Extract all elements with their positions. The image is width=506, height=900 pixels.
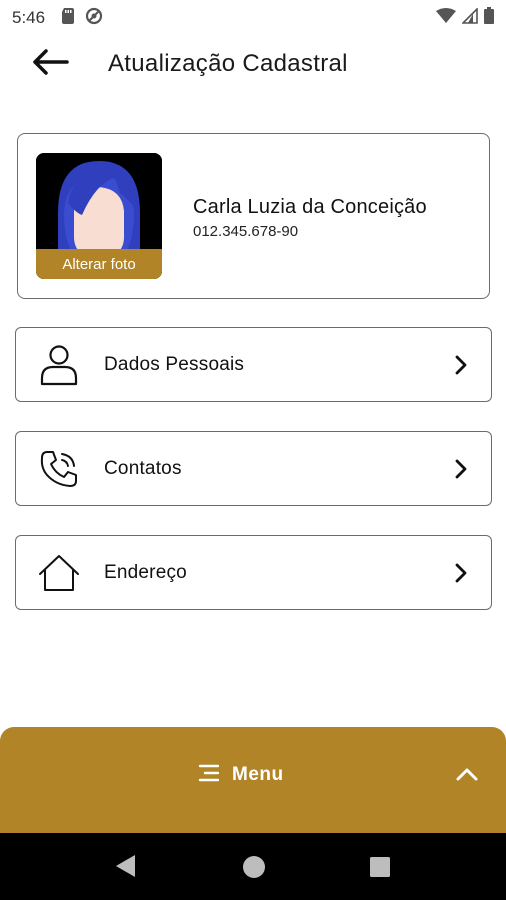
menu-button[interactable]: Menu — [198, 760, 284, 790]
avatar: Alterar foto — [36, 153, 162, 279]
chevron-right-icon — [453, 562, 469, 584]
status-left-icons — [61, 7, 103, 30]
expand-menu-button[interactable] — [454, 763, 480, 785]
wifi-icon — [436, 7, 456, 29]
battery-icon — [484, 7, 494, 29]
signal-icon — [461, 6, 478, 29]
status-right-icons — [436, 6, 494, 29]
person-icon — [38, 344, 80, 386]
home-icon — [38, 552, 80, 594]
menu-item-label: Dados Pessoais — [104, 354, 245, 375]
chevron-right-icon — [453, 354, 469, 376]
data-saver-icon — [85, 7, 103, 30]
profile-card: Alterar foto Carla Luzia da Conceição 01… — [17, 133, 490, 299]
app-header: Atualização Cadastral — [0, 36, 506, 92]
page-title: Atualização Cadastral — [108, 50, 348, 77]
nav-home-icon[interactable] — [242, 855, 266, 884]
menu-label: Menu — [232, 764, 284, 785]
profile-id: 012.345.678-90 — [193, 223, 299, 240]
status-time: 5:46 — [12, 8, 46, 27]
profile-name: Carla Luzia da Conceição — [193, 196, 427, 218]
phone-icon — [38, 448, 80, 490]
menu-item-label: Contatos — [104, 458, 182, 479]
back-button[interactable] — [28, 46, 72, 82]
bottom-menu-bar: Menu — [0, 727, 506, 833]
chevron-up-icon — [454, 768, 480, 789]
menu-item-address[interactable]: Endereço — [15, 535, 492, 610]
sd-card-icon — [61, 7, 75, 29]
nav-recents-icon[interactable] — [369, 856, 391, 883]
chevron-right-icon — [453, 458, 469, 480]
nav-back-icon[interactable] — [113, 853, 137, 884]
system-nav-bar — [0, 833, 506, 900]
menu-lines-icon — [198, 763, 220, 788]
change-photo-button[interactable]: Alterar foto — [36, 249, 162, 279]
menu-item-personal-data[interactable]: Dados Pessoais — [15, 327, 492, 402]
status-bar: 5:46 — [0, 0, 506, 36]
menu-item-contacts[interactable]: Contatos — [15, 431, 492, 506]
menu-item-label: Endereço — [104, 562, 187, 583]
arrow-left-icon — [31, 48, 69, 81]
